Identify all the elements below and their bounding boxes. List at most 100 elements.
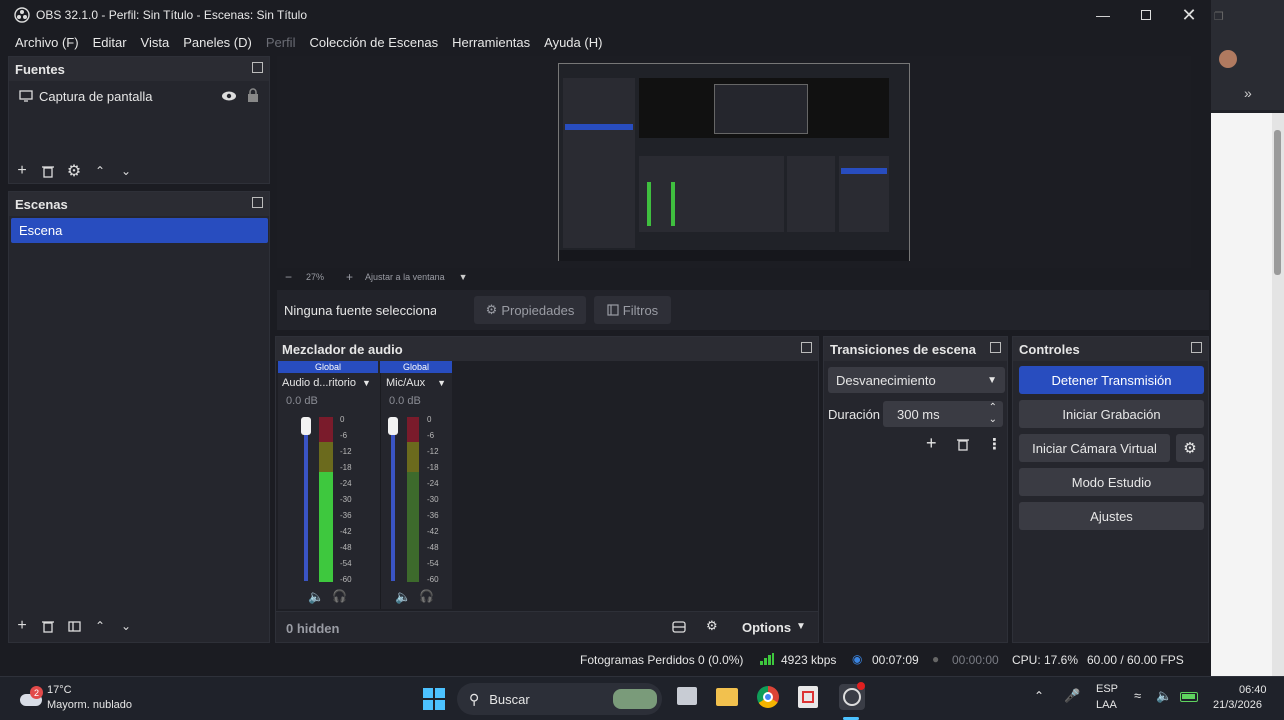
filter-icon [607, 304, 619, 316]
options-button[interactable]: Options [742, 620, 791, 635]
preview-thumb-trans [787, 156, 835, 232]
spin-down-icon[interactable]: ⌄ [989, 414, 997, 425]
gear-icon: ⚙ [66, 163, 82, 180]
speaker-mute-icon[interactable]: 🔈 [395, 589, 411, 605]
move-source-down-button[interactable]: ⌄ [113, 160, 139, 182]
file-explorer-icon[interactable] [716, 688, 738, 706]
menu-archivo[interactable]: Archivo (F) [8, 35, 86, 50]
move-scene-down-button[interactable]: ⌄ [113, 615, 139, 637]
source-item[interactable]: Captura de pantalla [9, 83, 269, 109]
meter-tick: -24 [427, 479, 439, 488]
scene-item[interactable]: Escena [11, 218, 268, 243]
taskbar-search[interactable]: ⚲ Buscar [457, 683, 662, 715]
start-recording-button[interactable]: Iniciar Grabación [1019, 400, 1204, 428]
battery-icon[interactable] [1180, 692, 1198, 702]
float-dock-icon[interactable] [252, 62, 263, 73]
visibility-eye-icon[interactable] [221, 90, 237, 102]
remove-scene-button[interactable] [35, 615, 61, 637]
float-dock-icon[interactable] [1191, 342, 1202, 353]
move-source-up-button[interactable]: ⌃ [87, 160, 113, 182]
advanced-audio-icon[interactable]: ⚙ [706, 618, 718, 634]
float-dock-icon[interactable] [252, 197, 263, 208]
transition-select[interactable]: Desvanecimiento ▼ [828, 367, 1005, 393]
weather-temp[interactable]: 17°C [47, 684, 72, 696]
float-dock-icon[interactable] [801, 342, 812, 353]
maximize-button[interactable] [1124, 0, 1168, 30]
browser-restore-icon[interactable]: ❐ [1214, 10, 1224, 23]
source-settings-button[interactable]: ⚙ [61, 160, 87, 182]
meter-tick: -48 [340, 543, 352, 552]
windows-start-icon[interactable] [422, 687, 446, 711]
input-language[interactable]: ESP [1096, 683, 1118, 695]
float-dock-icon[interactable] [990, 342, 1001, 353]
transitions-title: Transiciones de escena [830, 341, 976, 357]
volume-slider-handle[interactable] [301, 417, 311, 435]
spin-up-icon[interactable]: ⌃ [989, 402, 997, 413]
virtual-camera-button[interactable]: Iniciar Cámara Virtual [1019, 434, 1170, 462]
menu-coleccion-escenas[interactable]: Colección de Escenas [302, 35, 445, 50]
volume-slider-track[interactable] [391, 423, 395, 581]
preview-canvas[interactable] [277, 56, 1191, 268]
options-dropdown-icon[interactable]: ▼ [796, 621, 806, 632]
audio-meter [319, 417, 333, 582]
weather-widget-icon[interactable]: 2 [16, 684, 44, 712]
tray-overflow-icon[interactable]: ⌃ [1034, 689, 1044, 703]
virtual-camera-settings-button[interactable]: ⚙ [1176, 434, 1204, 462]
channel-name-dropdown[interactable]: Audio d...ritorio ▼ [282, 375, 374, 391]
fit-window-label[interactable]: Ajustar a la ventana [365, 272, 445, 282]
add-source-button[interactable]: + [9, 160, 35, 182]
meter-tick: -12 [340, 447, 352, 456]
gear-icon: ⚙ [1183, 440, 1197, 457]
menu-editar[interactable]: Editar [86, 35, 134, 50]
zoom-dropdown-icon[interactable]: ▼ [459, 272, 468, 282]
menu-paneles[interactable]: Paneles (D) [176, 35, 259, 50]
task-view-icon[interactable] [677, 687, 697, 705]
clock-time[interactable]: 06:40 [1239, 684, 1267, 696]
avatar[interactable] [1219, 50, 1237, 68]
layout-toggle-icon[interactable] [672, 620, 686, 634]
chevron-double-right-icon[interactable]: » [1244, 85, 1252, 101]
close-button[interactable]: ✕ [1167, 0, 1211, 30]
zoom-out-button[interactable]: − [285, 270, 292, 284]
wifi-icon[interactable]: ≈ [1134, 688, 1141, 703]
meter-tick: 0 [427, 415, 432, 424]
speaker-mute-icon[interactable]: 🔈 [308, 589, 324, 605]
microphone-icon[interactable]: 🎤 [1064, 688, 1080, 704]
chrome-icon[interactable] [757, 686, 779, 708]
minimize-button[interactable]: — [1081, 0, 1125, 30]
clock-date[interactable]: 21/3/2026 [1213, 699, 1262, 711]
menu-herramientas[interactable]: Herramientas [445, 35, 537, 50]
obs-taskbar-icon[interactable] [839, 682, 865, 710]
volume-slider-handle[interactable] [388, 417, 398, 435]
more-options-icon[interactable]: ⋮ [987, 435, 1002, 453]
headphones-monitor-icon[interactable]: 🎧 [332, 589, 347, 603]
move-scene-up-button[interactable]: ⌃ [87, 615, 113, 637]
add-transition-button[interactable]: + [926, 433, 937, 454]
scrollbar-thumb[interactable] [1274, 130, 1281, 275]
meter-scale: 0 -6 -12 -18 -24 -30 -36 -42 -48 -54 -60 [340, 415, 354, 585]
preview-thumb-mixer [639, 156, 784, 232]
headphones-monitor-icon[interactable]: 🎧 [419, 589, 434, 603]
snipping-tool-icon[interactable] [798, 686, 818, 708]
duration-spinbox[interactable]: 300 ms ⌃ ⌄ [883, 401, 1003, 427]
zoom-in-button[interactable]: + [346, 270, 353, 284]
meter-tick: -12 [427, 447, 439, 456]
menu-ayuda[interactable]: Ayuda (H) [537, 35, 609, 50]
volume-slider-track[interactable] [304, 423, 308, 581]
lock-icon[interactable] [247, 88, 259, 103]
keyboard-layout[interactable]: LAA [1096, 699, 1117, 711]
menu-vista[interactable]: Vista [134, 35, 177, 50]
add-scene-button[interactable]: + [9, 615, 35, 637]
channel-name-dropdown[interactable]: Mic/Aux ▼ [386, 375, 450, 391]
meter-tick: -60 [340, 575, 352, 584]
properties-button[interactable]: ⚙ Propiedades [474, 296, 586, 324]
weather-desc[interactable]: Mayorm. nublado [47, 699, 132, 711]
scene-filters-button[interactable] [61, 615, 87, 637]
trash-icon[interactable] [957, 438, 969, 451]
stop-stream-button[interactable]: Detener Transmisión [1019, 366, 1204, 394]
volume-icon[interactable]: 🔈 [1156, 688, 1172, 704]
studio-mode-button[interactable]: Modo Estudio [1019, 468, 1204, 496]
filters-button[interactable]: Filtros [594, 296, 671, 324]
remove-source-button[interactable] [35, 160, 61, 182]
settings-button[interactable]: Ajustes [1019, 502, 1204, 530]
